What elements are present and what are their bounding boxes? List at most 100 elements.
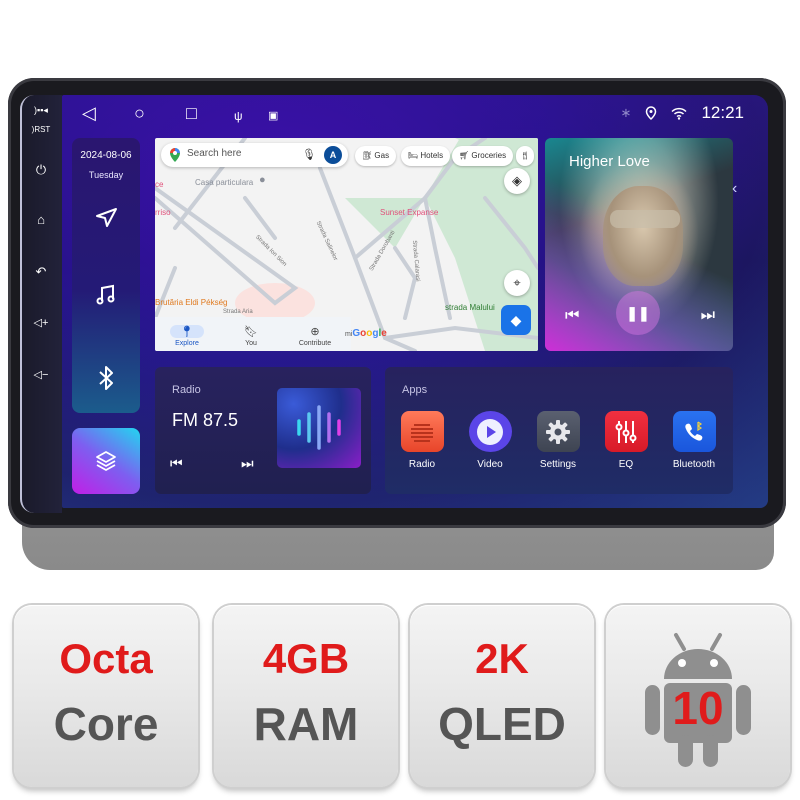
fork-knife-icon: 🍴︎: [520, 151, 531, 160]
street-label: Strada Aria: [223, 309, 253, 315]
mic-icon[interactable]: )▪▪◂: [26, 100, 56, 120]
song-title: Higher Love: [569, 153, 650, 170]
google-logo: miGoogle: [345, 328, 387, 339]
status-bar: ◁ ○ □ ψ ▣ ∗ 12:21: [62, 95, 768, 133]
sound-wave-icon: [297, 405, 341, 450]
chip-hotels[interactable]: 🛏︎ Hotels: [401, 146, 451, 166]
feature-top-text: 2K: [475, 635, 529, 682]
app-settings[interactable]: Settings: [528, 411, 588, 470]
usb-icon: ψ: [234, 109, 243, 123]
my-location-button[interactable]: ⌖: [504, 270, 530, 296]
pin-icon: 📍︎: [170, 325, 204, 338]
radio-label: Radio: [172, 384, 201, 396]
bluetooth-icon: ∗: [620, 105, 632, 120]
layers-button[interactable]: [72, 428, 140, 494]
layers-map-button[interactable]: ◈: [504, 168, 530, 194]
album-art: [603, 186, 683, 286]
android-version: 10: [672, 682, 724, 734]
screen: ◁ ○ □ ψ ▣ ∗ 12:21 2024-08-06 Tuesday Sea…: [62, 95, 768, 508]
music-widget[interactable]: Higher Love ⏮︎ ❚❚ ⏭︎: [545, 138, 733, 351]
radio-next-icon[interactable]: ⏭︎: [241, 455, 254, 472]
clock: 12:21: [701, 103, 744, 122]
poi-label[interactable]: Brutăria Eldi Pékség: [155, 298, 227, 307]
poi-label[interactable]: rriso: [155, 208, 171, 217]
feature-bottom-text: QLED: [438, 698, 566, 750]
radio-frequency: FM 87.5: [172, 410, 239, 430]
map-search-bar[interactable]: Search here 🎙︎ A: [161, 143, 348, 167]
hotel-icon: 🛏︎: [408, 151, 421, 160]
apps-label: Apps: [402, 384, 428, 396]
power-icon[interactable]: ⏻: [26, 160, 56, 180]
feature-tile-cpu: Octa Core: [14, 605, 198, 787]
map-tab-you[interactable]: 🔖︎ You: [221, 325, 281, 347]
music-icon[interactable]: [72, 283, 140, 312]
play-icon: [468, 411, 512, 452]
rst-icon[interactable]: )RST: [26, 120, 56, 140]
album-art-detail: [610, 210, 680, 228]
feature-top-text: 4GB: [262, 635, 350, 682]
app-radio[interactable]: Radio: [392, 411, 452, 470]
quick-launch-panel: 2024-08-06 Tuesday: [72, 138, 140, 413]
map-tab-contribute[interactable]: ⊕ Contribute: [285, 325, 345, 347]
bookmark-icon: 🔖︎: [244, 326, 258, 338]
avatar[interactable]: A: [324, 146, 342, 164]
feature-bottom-text: Core: [53, 698, 159, 750]
feature-tile-android: 10: [606, 605, 790, 787]
feature-top-text: Octa: [59, 635, 153, 682]
pause-button[interactable]: ❚❚: [616, 291, 660, 335]
poi-label[interactable]: ce: [155, 180, 163, 189]
radio-widget[interactable]: Radio FM 87.5 ⏮︎ ⏭︎: [155, 367, 371, 494]
map-widget[interactable]: Search here 🎙︎ A ⛽︎ Gas 🛏︎ Hotels 🛒︎ Gro…: [155, 138, 538, 351]
search-input[interactable]: Search here: [187, 148, 241, 159]
volume-up-icon[interactable]: ◁+: [26, 313, 56, 333]
plus-circle-icon: ⊕: [310, 326, 320, 338]
feature-tile-display: 2K QLED: [410, 605, 594, 787]
status-indicators: ∗ 12:21: [621, 103, 744, 123]
recents-icon[interactable]: □: [186, 103, 197, 123]
radio-previous-icon[interactable]: ⏮︎: [170, 455, 183, 472]
feature-bottom-text: RAM: [253, 698, 359, 750]
chip-gas[interactable]: ⛽︎ Gas: [355, 146, 397, 166]
app-eq[interactable]: EQ: [596, 411, 656, 470]
mic-icon[interactable]: 🎙︎: [302, 148, 316, 161]
app-bluetooth[interactable]: Bluetooth: [664, 411, 724, 470]
app-video[interactable]: Video: [460, 411, 520, 470]
chevron-left-icon[interactable]: ‹: [732, 180, 737, 198]
poi-label[interactable]: Casa particulara: [195, 178, 253, 187]
hardware-key-strip: [20, 95, 62, 513]
poi-label[interactable]: Sunset Expanse: [380, 208, 438, 217]
navigation-icon[interactable]: [72, 206, 140, 235]
hw-back-icon[interactable]: ↶: [26, 262, 56, 282]
bluetooth-icon[interactable]: [72, 365, 140, 396]
radio-icon: [400, 411, 444, 452]
product-image: )▪▪◂ )RST ⏻ ⌂ ↶ ◁+ ◁− ◁ ○ □ ψ ▣ ∗ 12:21 …: [0, 0, 800, 800]
hw-home-icon[interactable]: ⌂: [26, 210, 56, 230]
volume-down-icon[interactable]: ◁−: [26, 365, 56, 385]
location-icon: [646, 106, 657, 120]
image-icon: ▣: [268, 110, 279, 122]
home-icon[interactable]: ○: [134, 103, 145, 123]
chip-groceries[interactable]: 🛒︎ Groceries: [452, 146, 514, 166]
gas-icon: ⛽︎: [362, 151, 375, 160]
map-bottom-nav: 📍︎ Explore 🔖︎ You ⊕ Contribute: [155, 317, 351, 351]
apps-widget: Apps Radio Video Settings EQ Bluetooth: [385, 367, 733, 494]
gear-icon: [536, 411, 580, 452]
layers-icon: [96, 451, 116, 471]
radio-art: [277, 388, 361, 468]
date: 2024-08-06: [80, 150, 132, 161]
poi-pin-icon: ●: [259, 174, 266, 186]
directions-button[interactable]: ◆: [501, 305, 531, 335]
weekday: Tuesday: [88, 170, 124, 180]
cart-icon: 🛒︎: [459, 151, 472, 160]
previous-icon[interactable]: ⏮︎: [565, 307, 579, 325]
equalizer-icon: [604, 411, 648, 452]
bluetooth-phone-icon: [672, 411, 716, 452]
back-icon[interactable]: ◁: [82, 103, 96, 123]
feature-tile-ram: 4GB RAM: [214, 605, 398, 787]
wifi-icon: [671, 107, 687, 120]
pause-icon: ❚❚: [626, 305, 650, 321]
poi-label[interactable]: strada Malului: [445, 303, 495, 312]
chip-restaurants[interactable]: 🍴︎: [516, 146, 535, 166]
next-icon[interactable]: ⏭︎: [701, 307, 715, 325]
map-tab-explore[interactable]: 📍︎ Explore: [157, 325, 217, 347]
